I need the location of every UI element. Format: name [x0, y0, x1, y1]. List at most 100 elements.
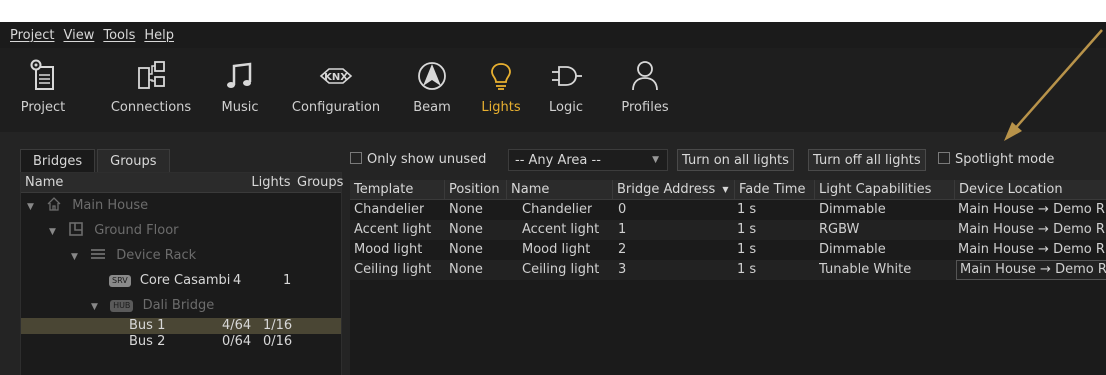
table-row[interactable]: Accent light None Accent light 1 1 s RGB…	[350, 220, 1106, 240]
lights-filter-bar: Only show unused -- Any Area -- ▼ Turn o…	[350, 149, 1106, 173]
tree-item-label: Bus 2	[129, 334, 166, 349]
cell-bridge-address: 2	[618, 242, 627, 257]
column-light-capabilities[interactable]: Light Capabilities	[814, 180, 931, 200]
beam-icon	[418, 62, 446, 90]
menu-tools[interactable]: Tools	[103, 28, 135, 43]
tree-row-dali-bridge[interactable]: ▼ HUB Dali Bridge	[21, 293, 341, 318]
cell-template: Ceiling light	[354, 262, 432, 277]
only-unused-checkbox[interactable]: Only show unused	[350, 149, 486, 171]
tree-column-name[interactable]: Name	[21, 173, 249, 192]
table-row[interactable]: Chandelier None Chandelier 0 1 s Dimmabl…	[350, 200, 1106, 220]
cell-position: None	[449, 202, 483, 217]
cell-device-location: Main House → Demo R	[958, 222, 1105, 237]
checkbox-box[interactable]	[350, 152, 362, 164]
column-position[interactable]: Position	[444, 180, 500, 200]
tree-header: Name Lights Groups	[21, 173, 343, 193]
cell-device-location: Main House → Demo R	[958, 202, 1105, 217]
hub-badge-icon: HUB	[110, 300, 134, 312]
app-window: Project View Tools Help Project Connecti…	[0, 22, 1106, 375]
tree-item-label: Device Rack	[116, 248, 197, 263]
house-icon	[47, 197, 61, 211]
cell-template: Accent light	[354, 222, 432, 237]
column-bridge-address-label: Bridge Address	[617, 182, 716, 197]
toolbar-project-button[interactable]: Project	[18, 52, 68, 124]
expand-caret-icon[interactable]: ▼	[91, 295, 98, 320]
expand-caret-icon[interactable]: ▼	[71, 245, 78, 270]
tree-row-device-rack[interactable]: ▼ Device Rack	[21, 243, 341, 268]
column-template[interactable]: Template	[350, 180, 413, 200]
main-toolbar: Project Connections Music KNX Configurat…	[0, 48, 1106, 132]
tree-item-label: Bus 1	[129, 318, 166, 333]
toolbar-logic-label: Logic	[549, 100, 583, 115]
toolbar-lights-button[interactable]: Lights	[478, 52, 524, 124]
spotlight-mode-label: Spotlight mode	[955, 152, 1055, 167]
column-device-location[interactable]: Device Location	[954, 180, 1063, 200]
tree-item-lights: 0/64	[222, 334, 252, 349]
cell-position: None	[449, 242, 483, 257]
area-dropdown[interactable]: -- Any Area -- ▼	[508, 149, 668, 171]
cell-name: Mood light	[522, 242, 591, 257]
cell-name: Accent light	[522, 222, 600, 237]
toolbar-music-button[interactable]: Music	[218, 52, 262, 124]
toolbar-logic-button[interactable]: Logic	[546, 52, 586, 124]
cell-light-capabilities: Dimmable	[819, 202, 886, 217]
tree-item-lights: 4/64	[222, 318, 252, 333]
cell-bridge-address: 1	[618, 222, 627, 237]
tree-row-core-casambi[interactable]: SRV Core Casambi 4 1	[21, 268, 341, 293]
cell-bridge-address: 0	[618, 202, 627, 217]
cell-name: Ceiling light	[522, 262, 600, 277]
toolbar-configuration-button[interactable]: KNX Configuration	[286, 52, 386, 124]
expand-caret-icon[interactable]: ▼	[49, 220, 56, 245]
tree-row-ground-floor[interactable]: ▼ Ground Floor	[21, 218, 341, 243]
table-row[interactable]: Ceiling light None Ceiling light 3 1 s T…	[350, 260, 1106, 280]
menu-bar: Project View Tools Help	[0, 22, 1106, 48]
toolbar-profiles-button[interactable]: Profiles	[616, 52, 674, 124]
tree-item-lights: 4	[233, 273, 242, 288]
lights-table: Template Position Name Bridge Address ▼ …	[350, 180, 1106, 375]
checkbox-box[interactable]	[938, 152, 950, 164]
tree-row-main-house[interactable]: ▼ Main House	[21, 193, 341, 218]
table-row[interactable]: Mood light None Mood light 2 1 s Dimmabl…	[350, 240, 1106, 260]
tree-row-bus-1[interactable]: Bus 1 4/64 1/16	[21, 318, 341, 334]
logic-gate-icon	[552, 66, 582, 86]
project-icon	[30, 59, 54, 90]
column-bridge-address[interactable]: Bridge Address ▼	[612, 180, 729, 200]
toolbar-project-label: Project	[20, 100, 66, 115]
menu-view[interactable]: View	[63, 28, 94, 43]
tree-column-groups[interactable]: Groups	[297, 173, 343, 192]
tab-bridges[interactable]: Bridges	[20, 149, 96, 173]
toolbar-beam-button[interactable]: Beam	[410, 52, 454, 124]
menu-project[interactable]: Project	[10, 28, 54, 43]
cell-template: Chandelier	[354, 202, 425, 217]
tree-row-bus-2[interactable]: Bus 2 0/64 0/16	[21, 334, 341, 350]
rack-icon	[91, 249, 106, 259]
spotlight-mode-checkbox[interactable]: Spotlight mode	[938, 149, 1054, 171]
turn-on-all-lights-button[interactable]: Turn on all lights	[677, 149, 794, 171]
cell-light-capabilities: Dimmable	[819, 242, 886, 257]
turn-off-all-lights-button[interactable]: Turn off all lights	[808, 149, 926, 171]
toolbar-beam-label: Beam	[413, 100, 451, 115]
toolbar-configuration-label: Configuration	[291, 100, 381, 115]
tree-item-label: Ground Floor	[94, 223, 179, 238]
table-header: Template Position Name Bridge Address ▼ …	[350, 180, 1106, 200]
user-profile-icon	[632, 61, 658, 91]
cell-device-location-editor[interactable]: Main House → Demo R	[956, 260, 1106, 280]
cell-light-capabilities: RGBW	[819, 222, 860, 237]
tab-groups[interactable]: Groups	[97, 149, 170, 173]
cell-fade-time: 1 s	[737, 222, 757, 237]
tree-column-lights[interactable]: Lights	[249, 173, 297, 192]
tree-item-label: Dali Bridge	[142, 298, 215, 313]
tree-item-groups: 1/16	[263, 318, 293, 333]
expand-caret-icon[interactable]: ▼	[27, 195, 34, 220]
floor-plan-icon	[69, 222, 83, 236]
menu-help[interactable]: Help	[144, 28, 174, 43]
sort-descending-icon: ▼	[722, 185, 729, 194]
cell-device-location: Main House → Demo R	[958, 242, 1105, 257]
column-fade-time[interactable]: Fade Time	[734, 180, 805, 200]
tree-item-label: Core Casambi	[139, 273, 231, 288]
column-name[interactable]: Name	[506, 180, 549, 200]
tree-item-groups: 0/16	[263, 334, 293, 349]
cell-light-capabilities: Tunable White	[819, 262, 912, 277]
left-panel-tabs: Bridges Groups	[20, 149, 172, 173]
toolbar-connections-button[interactable]: Connections	[108, 52, 194, 124]
